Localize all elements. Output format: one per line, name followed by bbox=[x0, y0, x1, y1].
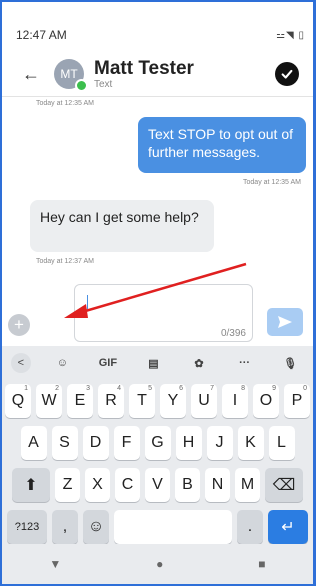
message-input[interactable]: 0/396 bbox=[74, 284, 253, 342]
key-hint: 2 bbox=[55, 385, 59, 392]
phone-frame: 12:47 AM ⚍◥ ▯ ← MT Matt Tester Text Toda… bbox=[0, 0, 316, 586]
keyboard-toolbar: < ☺ GIF ▤ ✿ ··· 🎙 bbox=[2, 346, 313, 380]
message-composer: + 0/396 bbox=[8, 284, 303, 342]
key-label: O bbox=[259, 392, 273, 409]
key-c[interactable]: C bbox=[115, 468, 140, 502]
key-s[interactable]: S bbox=[51, 426, 78, 460]
key-row-2: A S D F G H J K L bbox=[2, 426, 313, 460]
key-u[interactable]: U7 bbox=[191, 384, 217, 418]
key-b[interactable]: B bbox=[175, 468, 200, 502]
key-label: I bbox=[232, 392, 238, 409]
key-label: P bbox=[291, 392, 303, 409]
chat-badge-icon bbox=[75, 79, 88, 92]
incoming-message[interactable]: Hey can I get some help? bbox=[30, 200, 214, 252]
backspace-key[interactable]: ⌫ bbox=[265, 468, 303, 502]
character-counter: 0/396 bbox=[220, 328, 246, 339]
more-icon[interactable]: ··· bbox=[231, 351, 259, 375]
key-hint: 4 bbox=[117, 385, 121, 392]
contact-channel: Text bbox=[94, 78, 113, 90]
key-p[interactable]: P0 bbox=[284, 384, 310, 418]
key-w[interactable]: W2 bbox=[36, 384, 62, 418]
key-n[interactable]: N bbox=[205, 468, 230, 502]
text-cursor bbox=[87, 295, 88, 309]
key-y[interactable]: Y6 bbox=[160, 384, 186, 418]
key-f[interactable]: F bbox=[113, 426, 140, 460]
microphone-icon[interactable]: 🎙 bbox=[276, 351, 304, 375]
add-attachment-button[interactable]: + bbox=[8, 314, 30, 336]
key-g[interactable]: G bbox=[144, 426, 171, 460]
system-nav-bar: ▼ ● ■ bbox=[2, 544, 313, 584]
key-e[interactable]: E3 bbox=[67, 384, 93, 418]
key-m[interactable]: M bbox=[235, 468, 260, 502]
key-row-3: ⬆ Z X C V B N M ⌫ bbox=[2, 468, 313, 502]
key-hint: 7 bbox=[210, 385, 214, 392]
key-v[interactable]: V bbox=[145, 468, 170, 502]
key-o[interactable]: O9 bbox=[253, 384, 279, 418]
outgoing-timestamp: Today at 12:35 AM bbox=[243, 179, 301, 186]
avatar-initials: MT bbox=[60, 67, 78, 81]
status-time: 12:47 AM bbox=[16, 28, 67, 42]
shift-key[interactable]: ⬆ bbox=[12, 468, 50, 502]
comma-key[interactable]: , bbox=[52, 510, 78, 544]
key-row-1: Q1 W2 E3 R4 T5 Y6 U7 I8 O9 P0 bbox=[2, 384, 313, 418]
conversation-header: ← MT Matt Tester Text bbox=[2, 52, 313, 97]
space-key[interactable] bbox=[114, 510, 232, 544]
key-label: E bbox=[74, 392, 86, 409]
key-hint: 1 bbox=[24, 385, 28, 392]
back-arrow-icon[interactable]: ← bbox=[16, 64, 46, 85]
contact-info[interactable]: Matt Tester Text bbox=[94, 59, 194, 90]
enter-key[interactable]: ↵ bbox=[268, 510, 308, 544]
emoji-key[interactable]: ☺ bbox=[83, 510, 109, 544]
status-icons: ⚍◥ ▯ bbox=[276, 29, 305, 41]
key-t[interactable]: T5 bbox=[129, 384, 155, 418]
send-button[interactable] bbox=[267, 308, 303, 336]
key-j[interactable]: J bbox=[206, 426, 233, 460]
top-timestamp: Today at 12:35 AM bbox=[36, 100, 94, 107]
nav-back-button[interactable]: ▼ bbox=[49, 557, 61, 571]
key-hint: 3 bbox=[86, 385, 90, 392]
key-hint: 8 bbox=[241, 385, 245, 392]
clipboard-icon[interactable]: ▤ bbox=[139, 351, 167, 375]
nav-home-button[interactable]: ● bbox=[156, 557, 163, 571]
outgoing-message[interactable]: Text STOP to opt out of further messages… bbox=[138, 117, 306, 173]
key-z[interactable]: Z bbox=[55, 468, 80, 502]
key-row-4: ?123 , ☺ . ↵ bbox=[2, 510, 313, 544]
key-r[interactable]: R4 bbox=[98, 384, 124, 418]
key-l[interactable]: L bbox=[268, 426, 295, 460]
period-key[interactable]: . bbox=[237, 510, 263, 544]
key-label: Q bbox=[11, 392, 25, 409]
send-arrow-icon bbox=[278, 316, 292, 328]
key-hint: 6 bbox=[179, 385, 183, 392]
key-hint: 9 bbox=[272, 385, 276, 392]
incoming-timestamp: Today at 12:37 AM bbox=[36, 258, 94, 265]
key-hint: 5 bbox=[148, 385, 152, 392]
keyboard: < ☺ GIF ▤ ✿ ··· 🎙 Q1 W2 E3 R4 T5 Y6 U7 I… bbox=[2, 346, 313, 544]
key-label: T bbox=[137, 392, 147, 409]
key-label: W bbox=[41, 392, 57, 409]
key-h[interactable]: H bbox=[175, 426, 202, 460]
key-a[interactable]: A bbox=[20, 426, 47, 460]
key-k[interactable]: K bbox=[237, 426, 264, 460]
symbols-key[interactable]: ?123 bbox=[7, 510, 47, 544]
key-x[interactable]: X bbox=[85, 468, 110, 502]
key-i[interactable]: I8 bbox=[222, 384, 248, 418]
sticker-icon[interactable]: ☺ bbox=[48, 351, 76, 375]
settings-gear-icon[interactable]: ✿ bbox=[185, 351, 213, 375]
key-label: Y bbox=[167, 392, 179, 409]
key-label: R bbox=[105, 392, 117, 409]
key-hint: 0 bbox=[303, 385, 307, 392]
gif-button[interactable]: GIF bbox=[94, 351, 122, 375]
contact-name: Matt Tester bbox=[94, 57, 194, 79]
nav-recents-button[interactable]: ■ bbox=[258, 557, 265, 571]
keyboard-collapse-icon[interactable]: < bbox=[10, 353, 31, 373]
key-q[interactable]: Q1 bbox=[5, 384, 31, 418]
status-bar: 12:47 AM ⚍◥ ▯ bbox=[16, 26, 305, 44]
key-d[interactable]: D bbox=[82, 426, 109, 460]
key-label: U bbox=[198, 392, 210, 409]
chat-check-icon[interactable] bbox=[275, 62, 299, 86]
avatar[interactable]: MT bbox=[54, 59, 88, 92]
